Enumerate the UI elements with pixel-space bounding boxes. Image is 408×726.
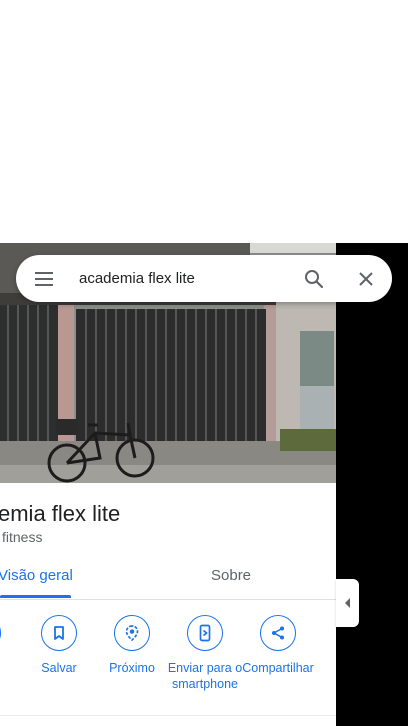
chevron-left-icon (344, 598, 350, 608)
search-icon[interactable] (302, 267, 326, 291)
share-button[interactable]: Compartilhar (238, 615, 318, 676)
route-icon (0, 615, 1, 651)
close-icon[interactable] (354, 267, 378, 291)
send-to-phone-icon (187, 615, 223, 651)
menu-icon[interactable] (32, 267, 56, 291)
share-label: Compartilhar (242, 661, 314, 675)
place-title: emia flex lite (0, 501, 121, 526)
place-category[interactable]: fitness (2, 529, 42, 545)
save-button[interactable]: Salvar (19, 615, 99, 676)
save-label: Salvar (41, 661, 77, 675)
tab-about[interactable]: Sobre (211, 567, 251, 584)
nearby-label: Próximo (109, 661, 155, 675)
tabs-divider (0, 599, 336, 600)
tab-overview[interactable]: Visão geral (0, 567, 73, 584)
nearby-button[interactable]: Próximo (92, 615, 172, 676)
send-to-phone-label: Enviar para o smartphone (167, 661, 243, 691)
share-icon (260, 615, 296, 651)
action-buttons: s Salvar Próximo E (0, 615, 336, 715)
search-input[interactable] (79, 267, 279, 289)
collapse-panel-button[interactable] (336, 579, 359, 627)
nearby-icon (114, 615, 150, 651)
map-area (0, 0, 408, 243)
bookmark-icon (41, 615, 77, 651)
map-canvas[interactable] (336, 243, 408, 726)
send-to-phone-button[interactable]: Enviar para o smartphone (165, 615, 245, 692)
active-tab-indicator (0, 595, 71, 598)
place-tabs: Visão geral Sobre (0, 557, 336, 599)
section-divider (0, 715, 336, 716)
search-bar (16, 255, 392, 302)
place-panel: emia flex lite fitness Visão geral Sobre… (0, 243, 336, 726)
